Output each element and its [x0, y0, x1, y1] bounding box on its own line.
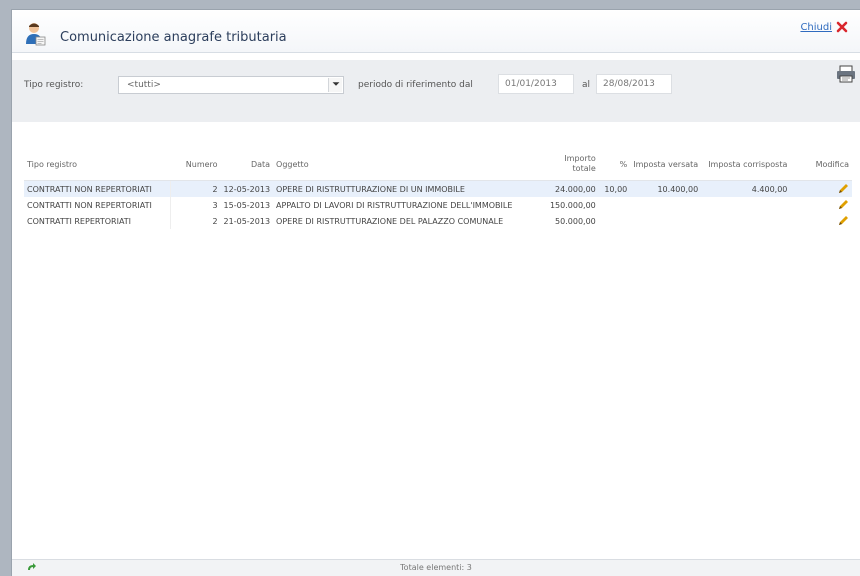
periodo-label: periodo di riferimento dal: [358, 80, 473, 90]
cell-imposta-versata: [630, 213, 701, 229]
close-icon[interactable]: [836, 21, 848, 33]
cell-perc: 10,00: [598, 180, 631, 197]
close-link[interactable]: Chiudi: [800, 22, 832, 33]
cell-oggetto: OPERE DI RISTRUTTURAZIONE DEL PALAZZO CO…: [276, 216, 504, 226]
cell-perc: [599, 197, 630, 213]
col-tipo[interactable]: Tipo registro: [24, 148, 171, 181]
total-elements-label: Totale elementi: 3: [400, 563, 472, 572]
table-row[interactable]: CONTRATTI REPERTORIATI 2 21-05-2013 OPER…: [24, 213, 852, 229]
cell-numero: 2: [170, 180, 221, 197]
app-window: Comunicazione anagrafe tributaria Chiudi…: [11, 9, 860, 576]
registro-label: Tipo registro:: [24, 80, 84, 90]
cell-data: 21-05-2013: [223, 216, 271, 226]
col-numero[interactable]: Numero: [170, 148, 221, 181]
cell-importo: 24.000,00: [540, 180, 599, 197]
records-table: Tipo registro Numero Data Oggetto Import…: [24, 148, 852, 229]
title-bar: Comunicazione anagrafe tributaria Chiudi: [12, 10, 860, 53]
registro-select-value: <tutti>: [127, 80, 161, 90]
pencil-edit-icon[interactable]: [837, 215, 849, 227]
date-from-field[interactable]: 01/01/2013: [498, 74, 574, 94]
col-importo[interactable]: Importo totale: [540, 148, 599, 181]
pencil-edit-icon[interactable]: [837, 199, 849, 211]
cell-numero: 2: [170, 213, 221, 229]
cell-imposta-corrisposta: 4.400,00: [701, 180, 791, 197]
status-bar: Totale elementi: 3: [12, 559, 860, 576]
col-oggetto[interactable]: Oggetto: [273, 148, 541, 181]
window-title: Comunicazione anagrafe tributaria: [60, 30, 287, 45]
cell-imposta-versata: 10.400,00: [630, 180, 702, 197]
cell-modifica: [790, 213, 852, 229]
print-icon[interactable]: [836, 64, 856, 84]
al-label: al: [582, 80, 591, 90]
cell-importo: 50.000,00: [555, 216, 596, 226]
col-perc[interactable]: %: [598, 148, 631, 181]
dropdown-button[interactable]: [328, 78, 342, 92]
pencil-edit-icon[interactable]: [837, 183, 849, 195]
col-imposta-corrisposta[interactable]: Imposta corrisposta: [701, 148, 791, 181]
cell-modifica: [790, 180, 852, 197]
col-modifica[interactable]: Modifica: [790, 148, 852, 181]
table-row[interactable]: CONTRATTI NON REPERTORIATI 2 12-05-2013 …: [24, 180, 852, 197]
cell-numero: 3: [170, 197, 221, 213]
cell-oggetto: APPALTO DI LAVORI DI RISTRUTTURAZIONE DE…: [276, 200, 513, 210]
table-header: Tipo registro Numero Data Oggetto Import…: [24, 148, 852, 181]
cell-tipo: CONTRATTI NON REPERTORIATI: [27, 200, 152, 210]
cell-modifica: [790, 197, 852, 213]
cell-tipo: CONTRATTI REPERTORIATI: [27, 216, 132, 226]
chevron-down-icon: [332, 82, 339, 86]
user-registry-icon: [26, 23, 46, 46]
col-imposta-versata[interactable]: Imposta versata: [630, 148, 702, 181]
cell-oggetto: OPERE DI RISTRUTTURAZIONE DI UN IMMOBILE: [273, 180, 541, 197]
cell-data: 12-05-2013: [220, 180, 274, 197]
registro-select[interactable]: <tutti>: [118, 76, 344, 94]
col-data[interactable]: Data: [220, 148, 274, 181]
filter-bar: Tipo registro: <tutti> periodo di riferi…: [12, 60, 860, 122]
table-row[interactable]: CONTRATTI NON REPERTORIATI 3 15-05-2013 …: [24, 197, 852, 213]
cell-imposta-corrisposta: [701, 213, 790, 229]
date-to-field[interactable]: 28/08/2013: [596, 74, 672, 94]
cell-imposta-corrisposta: [701, 197, 790, 213]
cell-data: 15-05-2013: [223, 200, 271, 210]
cell-perc: [599, 213, 630, 229]
cell-importo: 150.000,00: [549, 200, 596, 210]
cell-tipo: CONTRATTI NON REPERTORIATI: [24, 180, 171, 197]
cell-imposta-versata: [630, 197, 701, 213]
